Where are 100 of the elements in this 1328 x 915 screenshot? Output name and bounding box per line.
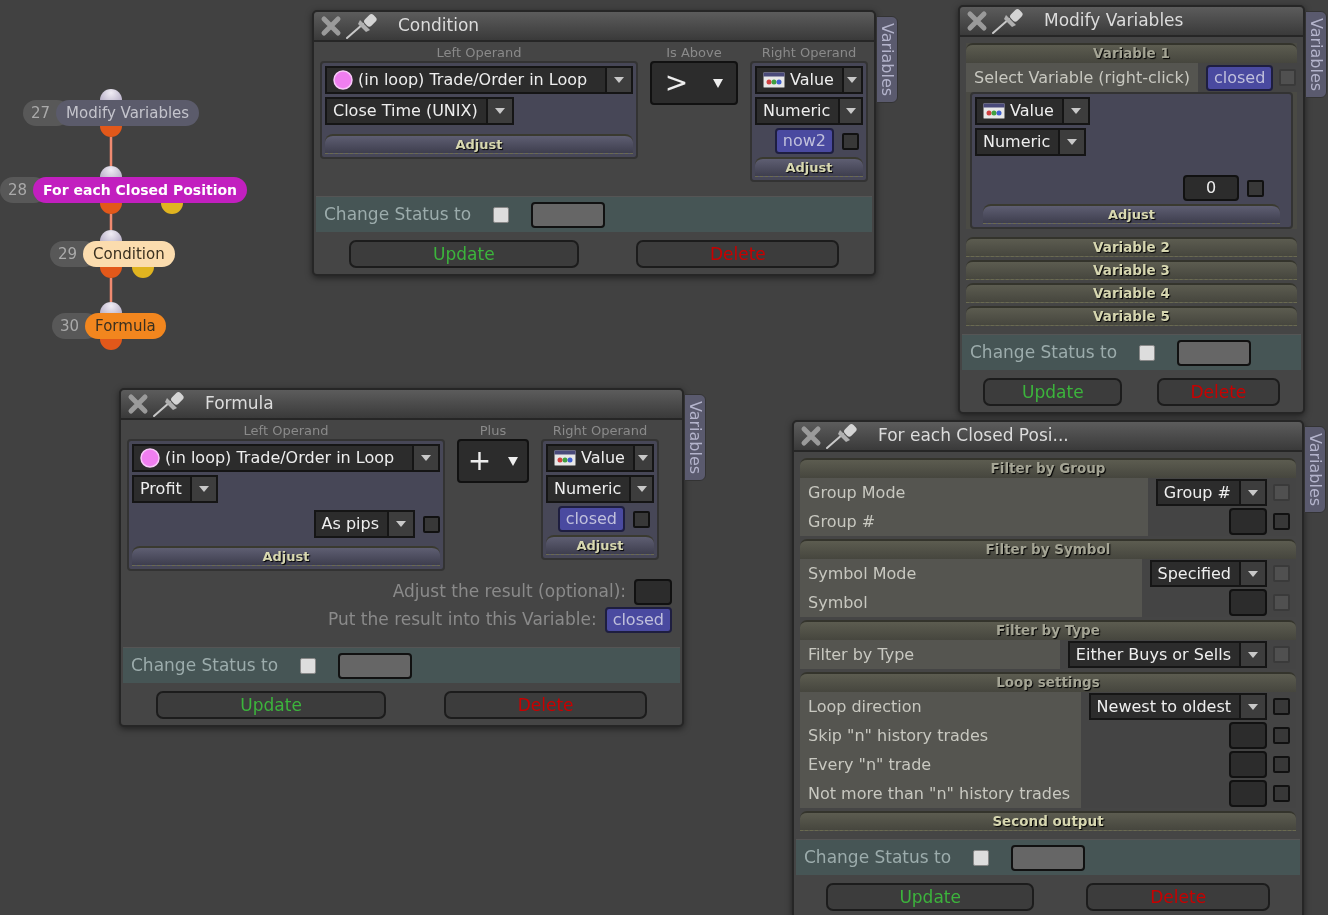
operand-label: Left Operand: [435, 45, 523, 61]
pin-icon: [151, 390, 187, 418]
status-field[interactable]: [1011, 844, 1086, 871]
checkbox[interactable]: [973, 849, 990, 866]
input-port[interactable]: [100, 89, 122, 100]
output-port[interactable]: [100, 203, 122, 214]
section-header[interactable]: Variable 1: [966, 43, 1297, 63]
variables-tab[interactable]: Variables: [1305, 11, 1327, 99]
dropdown[interactable]: Value: [546, 444, 654, 472]
section-header[interactable]: Variable 4: [966, 283, 1297, 303]
status-label: Change Status to: [970, 340, 1118, 364]
node-label[interactable]: Modify Variables: [56, 100, 200, 126]
checkbox[interactable]: [1247, 179, 1264, 197]
status-field[interactable]: [531, 201, 606, 228]
variables-tab[interactable]: Variables: [684, 394, 706, 482]
checkbox[interactable]: [842, 132, 859, 150]
dropdown[interactable]: Close Time (UNIX): [325, 97, 514, 125]
close-icon: [800, 425, 822, 447]
adjust-button[interactable]: Adjust: [983, 204, 1280, 224]
node-label[interactable]: Formula: [85, 313, 166, 339]
output-port[interactable]: [100, 267, 122, 278]
variables-tab[interactable]: Variables: [1304, 426, 1326, 514]
section-header[interactable]: Variable 2: [966, 237, 1297, 257]
pin-icon: [990, 7, 1026, 35]
update-button[interactable]: Update: [983, 378, 1123, 406]
dropdown[interactable]: Group #: [1155, 479, 1267, 506]
output-port[interactable]: [100, 126, 122, 137]
adjust-button[interactable]: Adjust: [755, 157, 863, 177]
input-field[interactable]: [1229, 751, 1267, 778]
dropdown[interactable]: As pips: [313, 510, 415, 538]
adjust-button[interactable]: Adjust: [132, 546, 440, 566]
section-header[interactable]: Loop settings: [800, 672, 1296, 692]
dropdown[interactable]: Either Buys or Sells: [1067, 641, 1267, 668]
operator-dropdown[interactable]: >: [650, 61, 738, 105]
field-label: Every "n" trade: [800, 750, 1081, 779]
caret-icon: [1067, 139, 1078, 145]
input-field[interactable]: [1229, 508, 1267, 535]
input-field[interactable]: [1229, 722, 1267, 749]
checkbox[interactable]: [1139, 344, 1156, 361]
dropdown[interactable]: Value: [975, 97, 1090, 125]
close-icon: [320, 15, 342, 37]
value-field[interactable]: 0: [1183, 175, 1239, 201]
node-label[interactable]: For each Closed Position: [33, 177, 248, 203]
node-label[interactable]: Condition: [83, 241, 175, 267]
dropdown[interactable]: Numeric: [546, 475, 654, 503]
status-field[interactable]: [1177, 339, 1252, 366]
value-field[interactable]: closed: [604, 607, 672, 633]
input-field[interactable]: [1229, 780, 1267, 807]
dropdown[interactable]: Value: [755, 66, 863, 94]
value-field[interactable]: closed: [1205, 64, 1274, 91]
status-label: Change Status to: [324, 202, 472, 226]
update-button[interactable]: Update: [348, 240, 579, 268]
window-title: Condition: [398, 14, 480, 38]
field-label: Select Variable (right-click): [966, 63, 1198, 92]
dropdown[interactable]: (in loop) Trade/Order in Loop: [132, 444, 440, 472]
section-header[interactable]: Filter by Symbol: [800, 539, 1296, 559]
update-button[interactable]: Update: [155, 691, 387, 719]
pin-icon: [824, 422, 860, 450]
caret-icon: [1248, 489, 1258, 496]
operator-dropdown[interactable]: +: [457, 439, 529, 483]
checkbox[interactable]: [1273, 698, 1290, 715]
caret-icon: [1070, 108, 1081, 114]
checkbox[interactable]: [1273, 513, 1290, 530]
adjust-button[interactable]: Adjust: [325, 134, 633, 154]
section-header[interactable]: Variable 3: [966, 260, 1297, 280]
field-label: Not more than "n" history trades: [800, 779, 1081, 808]
dropdown[interactable]: Profit: [132, 475, 218, 503]
input-field[interactable]: [1229, 589, 1267, 616]
dropdown[interactable]: Numeric: [755, 97, 863, 125]
adjust-button[interactable]: Adjust: [546, 535, 654, 555]
checkbox[interactable]: [633, 510, 650, 528]
update-button[interactable]: Update: [826, 883, 1035, 911]
operand-label: Left Operand: [242, 423, 330, 439]
section-header[interactable]: Second output: [800, 811, 1296, 831]
caret-icon: [845, 108, 856, 114]
input-port[interactable]: [100, 230, 122, 241]
output-port[interactable]: [132, 267, 154, 278]
section-header[interactable]: Filter by Group: [800, 458, 1296, 478]
output-port[interactable]: [161, 203, 183, 214]
input-port[interactable]: [100, 166, 122, 177]
section-header[interactable]: Variable 5: [966, 306, 1297, 326]
checkbox[interactable]: [493, 206, 510, 223]
checkbox[interactable]: [423, 515, 440, 533]
output-port[interactable]: [100, 339, 122, 350]
dropdown[interactable]: (in loop) Trade/Order in Loop: [325, 66, 633, 94]
checkbox[interactable]: [300, 657, 317, 674]
checkbox[interactable]: [1273, 785, 1290, 802]
variables-tab[interactable]: Variables: [876, 16, 898, 104]
input-field[interactable]: [634, 579, 672, 605]
section-header[interactable]: Filter by Type: [800, 620, 1296, 640]
value-field[interactable]: closed: [557, 506, 625, 532]
dropdown[interactable]: Numeric: [975, 128, 1087, 156]
checkbox[interactable]: [1273, 727, 1290, 744]
status-field[interactable]: [338, 652, 413, 679]
value-field[interactable]: now2: [774, 128, 834, 154]
input-port[interactable]: [100, 302, 122, 313]
dropdown[interactable]: Newest to oldest: [1088, 693, 1267, 720]
checkbox[interactable]: [1273, 756, 1290, 773]
field-label: Symbol: [800, 588, 1142, 617]
dropdown[interactable]: Specified: [1149, 560, 1267, 587]
